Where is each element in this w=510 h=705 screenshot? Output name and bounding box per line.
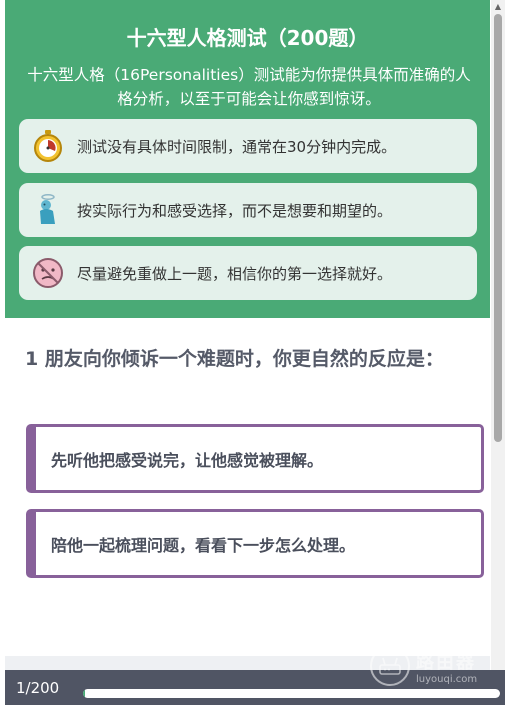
progress-count: 1/200 bbox=[16, 678, 60, 697]
test-page: 十六型人格测试（200题） 十六型人格（16Personalities）测试能为… bbox=[0, 0, 492, 705]
answer-option-label: 先听他把感受说完，让他感觉被理解。 bbox=[51, 450, 324, 470]
answer-option-label: 陪他一起梳理问题，看看下一步怎么处理。 bbox=[51, 535, 356, 555]
progress-track bbox=[83, 689, 500, 698]
tip-text: 按实际行为和感受选择，而不是想要和期望的。 bbox=[77, 201, 393, 220]
scrollbar-thumb[interactable] bbox=[494, 14, 502, 442]
tip-avoid-redo: 尽量避免重做上一题，相信你的第一选择就好。 bbox=[19, 246, 477, 300]
answer-option-b[interactable]: 陪他一起梳理问题，看看下一步怎么处理。 bbox=[26, 509, 484, 578]
router-logo-icon bbox=[370, 646, 410, 686]
no-face-icon bbox=[31, 256, 65, 290]
tip-text: 尽量避免重做上一题，相信你的第一选择就好。 bbox=[77, 264, 393, 283]
watermark-url: luyouqi.com bbox=[416, 673, 478, 685]
tip-time-limit: 测试没有具体时间限制，通常在30分钟内完成。 bbox=[19, 119, 477, 173]
question-title: 1 朋友向你倾诉一个难题时，你更自然的反应是： bbox=[25, 345, 485, 373]
stopwatch-icon bbox=[31, 129, 65, 163]
angel-figure-icon bbox=[31, 193, 65, 227]
intro-header: 十六型人格测试（200题） 十六型人格（16Personalities）测试能为… bbox=[5, 0, 490, 318]
tip-choose-honestly: 按实际行为和感受选择，而不是想要和期望的。 bbox=[19, 183, 477, 237]
page-title: 十六型人格测试（200题） bbox=[126, 26, 369, 50]
progress-fill bbox=[83, 689, 86, 698]
scrollbar[interactable]: ▲ bbox=[491, 0, 505, 670]
question-text: 朋友向你倾诉一个难题时，你更自然的反应是： bbox=[44, 348, 444, 370]
watermark: 路由器 luyouqi.com bbox=[370, 642, 500, 690]
tip-text: 测试没有具体时间限制，通常在30分钟内完成。 bbox=[77, 137, 397, 156]
question-number: 1 bbox=[25, 348, 39, 370]
answer-option-a[interactable]: 先听他把感受说完，让他感觉被理解。 bbox=[26, 424, 484, 493]
intro-description: 十六型人格（16Personalities）测试能为你提供具体而准确的人格分析，… bbox=[27, 66, 471, 108]
watermark-name: 路由器 bbox=[416, 651, 476, 673]
scroll-up-arrow-icon[interactable]: ▲ bbox=[491, 2, 505, 12]
